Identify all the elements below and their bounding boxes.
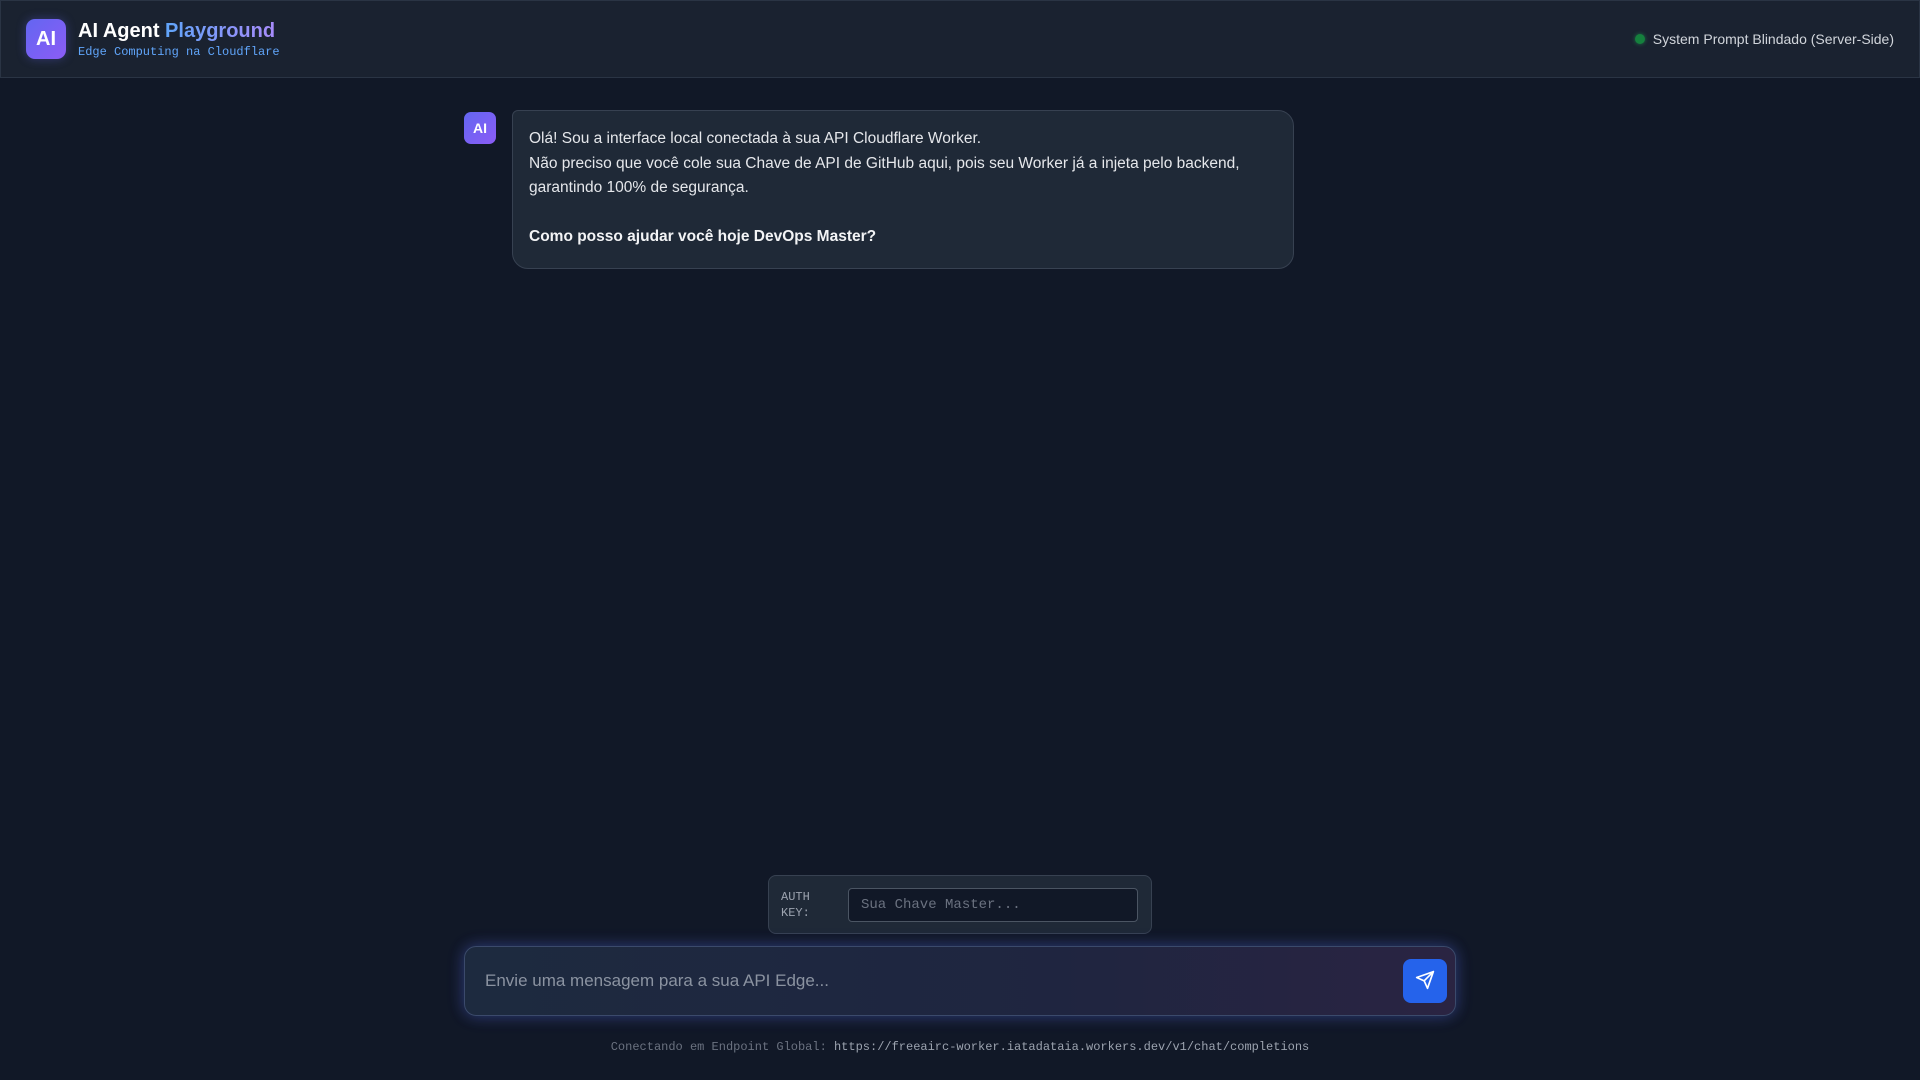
app-title: AI Agent Playground (78, 20, 280, 42)
app-subtitle: Edge Computing na Cloudflare (78, 44, 280, 59)
auth-key-label: AUTH KEY: (781, 889, 836, 921)
status-dot-icon (1634, 34, 1645, 44)
brand: AI AI Agent Playground Edge Computing na… (26, 19, 280, 59)
auth-label-line: KEY: (781, 905, 810, 920)
brand-text: AI Agent Playground Edge Computing na Cl… (78, 20, 280, 59)
message-spacer (529, 201, 1277, 226)
send-icon (1415, 970, 1435, 993)
assistant-message: AI Olá! Sou a interface local conectada … (464, 110, 1294, 269)
message-composer (464, 946, 1456, 1016)
auth-label-line: AUTH (781, 889, 810, 904)
system-prompt-status: System Prompt Blindado (Server-Side) (1634, 31, 1894, 47)
app-title-main: AI Agent (78, 19, 160, 42)
message-question: Como posso ajudar você hoje DevOps Maste… (529, 228, 877, 245)
status-text: System Prompt Blindado (Server-Side) (1652, 31, 1894, 47)
endpoint-url: https://freeairc-worker.iatadataia.worke… (833, 1040, 1310, 1054)
message-input[interactable] (485, 961, 1403, 1001)
app-header: AI AI Agent Playground Edge Computing na… (0, 0, 1920, 78)
message-bubble: Olá! Sou a interface local conectada à s… (512, 110, 1294, 269)
message-line: garantindo 100% de segurança. (529, 179, 749, 196)
app-root: AI AI Agent Playground Edge Computing na… (0, 0, 1920, 1080)
endpoint-footer: Conectando em Endpoint Global: https://f… (0, 1040, 1920, 1054)
message-line: Olá! Sou a interface local conectada à s… (529, 130, 982, 147)
message-line: Não preciso que você cole sua Chave de A… (529, 154, 1240, 172)
assistant-avatar: AI (464, 112, 496, 144)
logo-icon: AI (26, 19, 66, 59)
app-title-accent: Playground (165, 19, 276, 42)
endpoint-prefix: Conectando em Endpoint Global: (610, 1040, 827, 1054)
auth-key-box: AUTH KEY: (768, 875, 1152, 934)
auth-key-input[interactable] (848, 887, 1138, 922)
send-button[interactable] (1403, 959, 1447, 1003)
